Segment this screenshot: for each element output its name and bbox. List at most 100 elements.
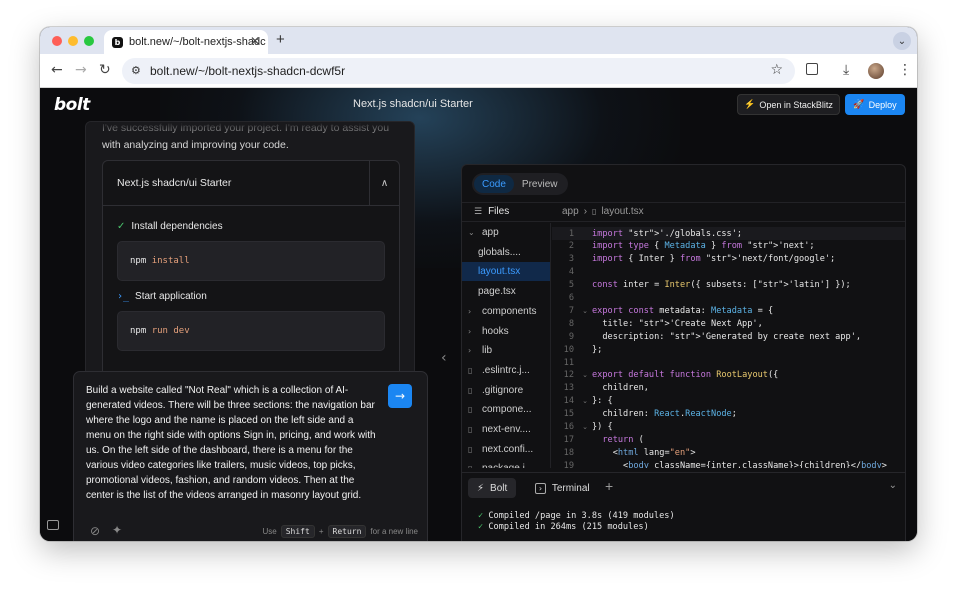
tree-folder[interactable]: ⌄ app bbox=[462, 223, 550, 242]
open-in-stackblitz-button[interactable]: ⚡ Open in StackBlitz bbox=[737, 94, 840, 115]
chevron-left-icon[interactable]: ‹ bbox=[441, 350, 447, 366]
new-tab-icon[interactable]: + bbox=[276, 31, 285, 48]
fold-icon[interactable]: ⌄ bbox=[578, 423, 592, 431]
view-switcher: Code Preview bbox=[472, 173, 568, 195]
file-icon: ▯ bbox=[468, 385, 473, 395]
code-line: 6 bbox=[552, 292, 905, 305]
line-number: 6 bbox=[568, 293, 574, 303]
address-bar[interactable]: ⚙ bolt.new/~/bolt-nextjs-shadcn-dcwf5r ☆ bbox=[122, 58, 795, 84]
tree-item-label: .gitignore bbox=[482, 384, 524, 396]
add-terminal-icon[interactable]: + bbox=[605, 478, 613, 494]
browser-menu-icon[interactable]: ⋮ bbox=[898, 62, 912, 78]
minimize-window-button[interactable] bbox=[68, 36, 78, 46]
line-number: 1 bbox=[568, 228, 574, 239]
artifact-header[interactable]: Next.js shadcn/ui Starter ∧ bbox=[103, 161, 399, 206]
line-number: 16 bbox=[563, 422, 574, 432]
tab-code[interactable]: Code bbox=[474, 175, 514, 193]
forward-icon[interactable]: → bbox=[75, 62, 87, 78]
tree-file[interactable]: ▯ .eslintrc.j... bbox=[462, 361, 550, 380]
tree-item-label: hooks bbox=[482, 325, 509, 337]
enhance-prompt-icon[interactable]: ✦ bbox=[112, 523, 122, 537]
line-number: 14 bbox=[563, 396, 574, 407]
close-window-button[interactable] bbox=[52, 36, 62, 46]
prompt-textarea[interactable]: Build a website called "Not Real" which … bbox=[86, 383, 378, 503]
site-info-icon[interactable]: ⚙ bbox=[131, 64, 141, 77]
chevron-down-icon[interactable]: ⌄ bbox=[889, 480, 897, 491]
terminal-prompt-icon: ›_ bbox=[117, 291, 130, 302]
tree-file[interactable]: globals.... bbox=[462, 243, 550, 262]
prompt-input-box[interactable]: Build a website called "Not Real" which … bbox=[73, 371, 428, 541]
chevron-down-icon: ⌄ bbox=[468, 228, 475, 237]
download-icon[interactable]: ⤓ bbox=[843, 62, 849, 78]
browser-window: b bolt.new/~/bolt-nextjs-shadc ✕ + ⌄ ← →… bbox=[40, 27, 917, 541]
file-icon: ▯ bbox=[468, 365, 473, 375]
tree-file[interactable]: ▯ .gitignore bbox=[462, 381, 550, 400]
bolt-tab-label: Bolt bbox=[490, 482, 508, 494]
fold-icon[interactable]: ⌄ bbox=[578, 307, 592, 315]
browser-tab-bar: b bolt.new/~/bolt-nextjs-shadc ✕ + ⌄ bbox=[40, 27, 917, 54]
code-line: 8 title: "str">'Create Next App', bbox=[552, 317, 905, 330]
tree-file[interactable]: ▯ next.confi... bbox=[462, 440, 550, 459]
line-number: 9 bbox=[568, 331, 574, 342]
terminal-tab-label: Terminal bbox=[551, 482, 590, 494]
tab-bolt-terminal[interactable]: ⚡ Bolt bbox=[468, 478, 517, 498]
file-icon: ▯ bbox=[468, 444, 473, 454]
scroll-fade bbox=[86, 122, 414, 134]
hint-use: Use bbox=[262, 527, 277, 536]
code-line: 18 <html lang="en"> bbox=[552, 446, 905, 459]
link-icon[interactable]: ⊘ bbox=[90, 524, 100, 538]
hint-plus: + bbox=[318, 527, 324, 536]
tab-preview[interactable]: Preview bbox=[514, 175, 566, 193]
extensions-icon[interactable] bbox=[806, 63, 818, 75]
url-text: bolt.new/~/bolt-nextjs-shadcn-dcwf5r bbox=[150, 64, 346, 78]
maximize-window-button[interactable] bbox=[84, 36, 94, 46]
tree-file[interactable]: ▯ next-env.... bbox=[462, 420, 550, 439]
code-editor[interactable]: 1 import "str">'./globals.css'; 2 import ty… bbox=[552, 223, 905, 468]
bolt-logo[interactable]: bolt bbox=[54, 95, 90, 115]
profile-avatar[interactable] bbox=[868, 63, 884, 79]
tab-title: bolt.new/~/bolt-nextjs-shadc bbox=[129, 36, 266, 48]
files-icon: ☰ bbox=[474, 206, 483, 217]
sidebar-toggle-icon[interactable] bbox=[47, 520, 59, 530]
tree-file[interactable]: page.tsx bbox=[462, 282, 550, 301]
code-line: 4 bbox=[552, 266, 905, 279]
tree-file[interactable]: layout.tsx bbox=[462, 262, 550, 282]
code-line: 16 ⌄}) { bbox=[552, 421, 905, 434]
line-number: 11 bbox=[563, 357, 574, 368]
tab-terminal[interactable]: › Terminal bbox=[526, 478, 599, 498]
step-start: ›_ Start application bbox=[117, 291, 207, 302]
back-icon[interactable]: ← bbox=[51, 62, 63, 78]
hint-suffix: for a new line bbox=[370, 527, 418, 536]
breadcrumb-file[interactable]: layout.tsx bbox=[601, 206, 643, 217]
line-number: 5 bbox=[568, 280, 574, 291]
tree-folder[interactable]: › hooks bbox=[462, 322, 550, 341]
tree-folder[interactable]: › lib bbox=[462, 341, 550, 360]
close-tab-icon[interactable]: ✕ bbox=[250, 34, 260, 48]
breadcrumb-folder[interactable]: app bbox=[562, 206, 579, 217]
reload-icon[interactable]: ↻ bbox=[99, 62, 111, 78]
tree-folder[interactable]: › components bbox=[462, 302, 550, 321]
code-text: const inter = Inter({ subsets: ["str">'l… bbox=[592, 280, 851, 291]
code-text: }) { bbox=[592, 422, 613, 432]
command-args: run dev bbox=[151, 326, 190, 336]
line-number: 10 bbox=[563, 344, 574, 355]
favicon-icon: b bbox=[112, 36, 123, 48]
bookmark-star-icon[interactable]: ☆ bbox=[770, 62, 783, 78]
chevron-up-icon[interactable]: ∧ bbox=[369, 161, 399, 206]
fold-icon[interactable]: ⌄ bbox=[578, 371, 592, 379]
deploy-button[interactable]: 🚀 Deploy bbox=[845, 94, 905, 115]
browser-tab[interactable]: b bolt.new/~/bolt-nextjs-shadc ✕ bbox=[104, 30, 268, 54]
tree-file[interactable]: ▯ package.j... bbox=[462, 459, 550, 468]
fold-icon[interactable]: ⌄ bbox=[578, 397, 592, 405]
code-line: 19 <body className={inter.className}>{ch… bbox=[552, 459, 905, 468]
chevron-right-icon: › bbox=[468, 306, 472, 316]
command-name: npm bbox=[130, 326, 147, 336]
artifact-card: Next.js shadcn/ui Starter ∧ ✓ Install de… bbox=[102, 160, 400, 390]
terminal-output: ✓ Compiled /page in 3.8s (419 modules) ✓… bbox=[478, 511, 675, 533]
send-button[interactable]: → bbox=[388, 384, 412, 408]
tab-search-icon[interactable]: ⌄ bbox=[893, 32, 911, 50]
check-icon: ✓ bbox=[478, 511, 489, 521]
tree-file[interactable]: ▯ compone... bbox=[462, 400, 550, 419]
file-tree: ⌄ app globals.... layout.tsx page.tsx › compon… bbox=[462, 223, 551, 468]
step-label: Install dependencies bbox=[131, 221, 223, 232]
